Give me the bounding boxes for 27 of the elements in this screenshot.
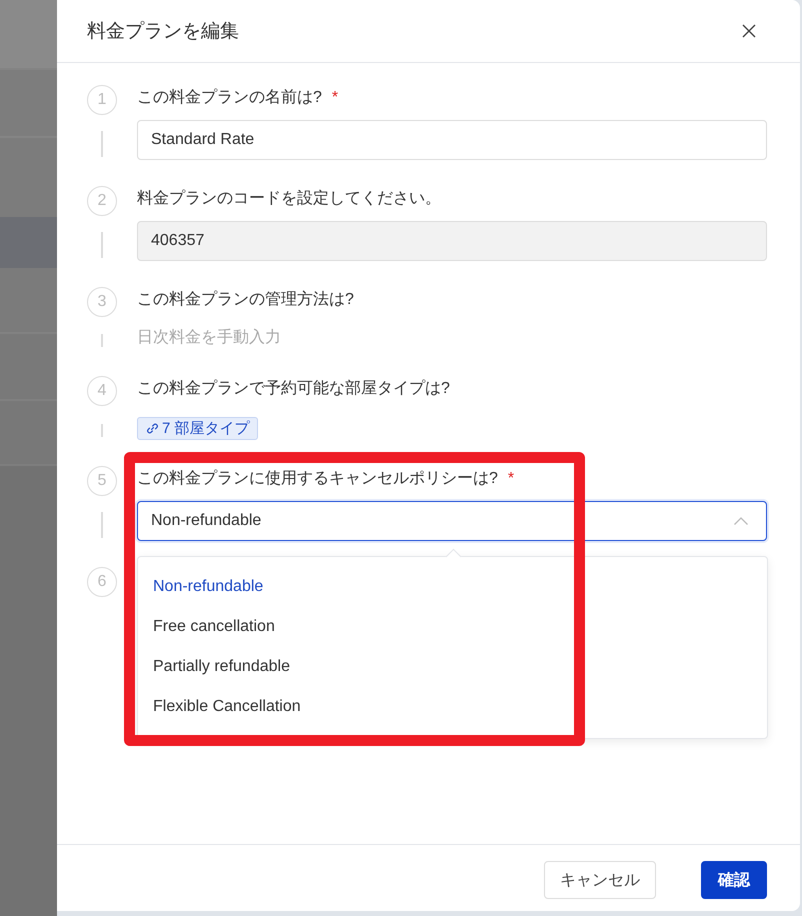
input-field[interactable]: Standard Rate — [137, 120, 767, 160]
step-number: 4 — [87, 376, 117, 406]
select-field[interactable]: Non-refundable — [137, 501, 767, 541]
step-number: 3 — [87, 287, 117, 317]
step-number: 5 — [87, 466, 117, 496]
dropdown-option[interactable]: Non-refundable — [138, 567, 767, 607]
dropdown-option[interactable]: Partially refundable — [138, 647, 767, 687]
question-label: この料金プランの名前は? — [137, 88, 322, 108]
method-value: 日次料金を手動入力 — [137, 328, 281, 348]
question-label: この料金プランに使用するキャンセルポリシーは? — [137, 468, 498, 489]
confirm-button[interactable]: 確認 — [701, 861, 767, 899]
link-icon — [147, 423, 158, 434]
step-number: 2 — [87, 186, 117, 216]
required-mark: * — [508, 469, 514, 489]
required-mark: * — [332, 88, 338, 108]
dropdown-option[interactable]: Free cancellation — [138, 607, 767, 647]
question-label: 料金プランのコードを設定してください。 — [137, 188, 441, 209]
chevron-up-icon — [734, 517, 748, 525]
cancel-button[interactable]: キャンセル — [544, 861, 656, 899]
dropdown-option[interactable]: Flexible Cancellation — [138, 687, 767, 727]
question-label: この料金プランで予約可能な部屋タイプは? — [137, 378, 450, 399]
room-type-tag[interactable]: 7 部屋タイプ — [137, 417, 258, 440]
step-number: 1 — [87, 85, 117, 115]
dialog-title: 料金プランを編集 — [87, 20, 239, 44]
step-number: 6 — [87, 567, 117, 597]
question-label: この料金プランの管理方法は? — [137, 290, 354, 310]
close-icon[interactable] — [742, 24, 756, 38]
